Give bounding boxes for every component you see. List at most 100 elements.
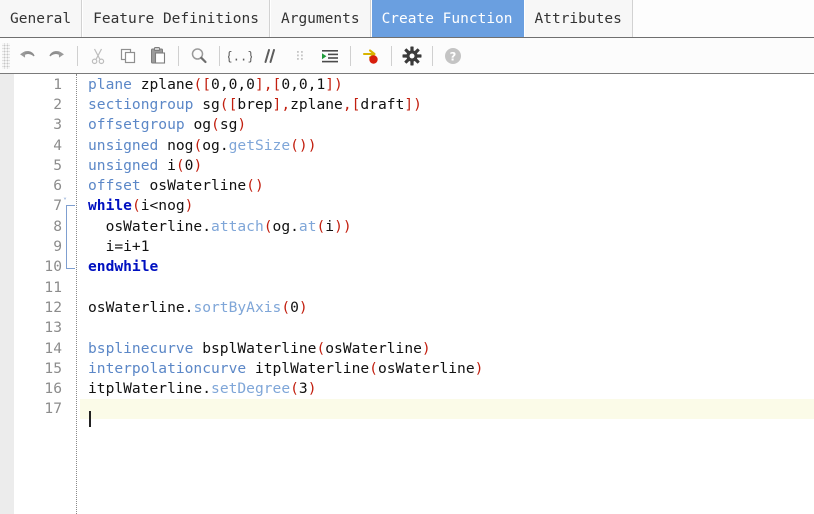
code-token: (: [131, 197, 141, 215]
cut-icon[interactable]: [83, 41, 113, 71]
fold-column[interactable]: [62, 216, 80, 237]
code-line[interactable]: 4 unsigned nog(og.getSize()): [0, 135, 814, 155]
code-text: osWaterline.sortByAxis(0): [80, 299, 308, 316]
line-number: 5: [53, 156, 62, 174]
code-token: interpolationcurve: [88, 359, 247, 377]
line-number: 15: [44, 359, 62, 377]
code-token: .: [219, 136, 229, 154]
code-line[interactable]: 2 sectiongroup sg([brep],zplane,[draft]): [0, 94, 814, 114]
line-number: 9: [53, 238, 62, 256]
copy-icon[interactable]: [113, 41, 143, 71]
comment-icon[interactable]: [255, 41, 285, 71]
code-token: i: [158, 156, 176, 174]
braces-icon[interactable]: {..}: [225, 41, 255, 71]
tab-feature-definitions[interactable]: Feature Definitions: [82, 0, 270, 37]
run-icon[interactable]: [356, 41, 386, 71]
fold-column[interactable]: [62, 155, 80, 175]
toolbar-drag-handle[interactable]: [2, 42, 10, 69]
fold-column[interactable]: [62, 115, 80, 135]
fold-column[interactable]: [62, 175, 80, 195]
code-line[interactable]: 8 osWaterline.attach(og.at(i)): [0, 216, 814, 237]
line-number: 17: [44, 400, 62, 418]
code-token: .: [202, 380, 212, 398]
code-token: nog: [158, 136, 194, 154]
code-text: interpolationcurve itplWaterline(osWater…: [80, 360, 483, 377]
editor-toolbar: {..}: [0, 38, 814, 74]
tab-create-function[interactable]: Create Function: [370, 0, 524, 37]
code-token: (: [211, 116, 220, 134]
help-icon[interactable]: ?: [438, 41, 468, 71]
code-line[interactable]: 6 offset osWaterline(): [0, 175, 814, 195]
chevron-down-icon[interactable]: ˅: [63, 197, 70, 205]
uncomment-icon[interactable]: [285, 41, 315, 71]
fold-column[interactable]: [62, 399, 80, 419]
code-token: osWaterline: [325, 339, 422, 357]
settings-gear-icon[interactable]: [397, 41, 427, 71]
fold-column[interactable]: ˅: [62, 196, 80, 217]
code-token: 0,0,0: [211, 75, 255, 93]
code-line[interactable]: 16 itplWaterline.setDegree(3): [0, 378, 814, 398]
fold-column[interactable]: [62, 297, 80, 317]
code-token: while: [88, 197, 132, 215]
code-token: og: [202, 136, 220, 154]
code-token: bsplWaterline: [193, 339, 317, 357]
line-number: 4: [53, 136, 62, 154]
fold-column[interactable]: [62, 74, 80, 94]
code-lines-container[interactable]: 1 plane zplane([0,0,0],[0,0,1]) 2 sectiongr…: [0, 74, 814, 514]
toolbar-separator: [391, 45, 392, 66]
code-line[interactable]: 7 ˅ while(i<nog): [0, 196, 814, 217]
fold-column[interactable]: [62, 378, 80, 398]
paste-icon[interactable]: [143, 41, 173, 71]
toolbar-separator: [77, 45, 78, 66]
code-token: ],: [272, 95, 291, 113]
code-token: osWaterline: [140, 177, 247, 195]
code-token: ([: [193, 75, 212, 93]
code-token: (: [281, 298, 291, 316]
search-icon[interactable]: [184, 41, 214, 71]
code-line[interactable]: 1 plane zplane([0,0,0],[0,0,1]): [0, 74, 814, 94]
code-token: (): [246, 177, 264, 195]
code-line[interactable]: 10 endwhile: [0, 256, 814, 277]
tab-general[interactable]: General: [0, 0, 83, 37]
line-number: 7: [53, 197, 62, 215]
code-line[interactable]: 17: [0, 398, 814, 427]
fold-column[interactable]: [62, 256, 80, 277]
code-token: (: [316, 339, 326, 357]
code-editor[interactable]: 1 plane zplane([0,0,0],[0,0,1]) 2 sectiongr…: [0, 74, 814, 514]
line-number: 3: [53, 116, 62, 134]
indent-icon[interactable]: [315, 41, 345, 71]
undo-icon[interactable]: [12, 41, 42, 71]
code-token: (: [193, 136, 203, 154]
fold-column[interactable]: [62, 94, 80, 114]
code-line[interactable]: 3 offsetgroup og(sg): [0, 115, 814, 135]
code-token: (: [263, 217, 273, 235]
code-token: .: [202, 217, 212, 235]
fold-column[interactable]: [62, 358, 80, 378]
fold-column[interactable]: [62, 236, 80, 257]
code-line[interactable]: 14 bsplinecurve bsplWaterline(osWaterline…: [0, 338, 814, 358]
code-token: at: [298, 217, 317, 235]
tab-label: Arguments: [280, 10, 360, 27]
fold-bracket-start[interactable]: [66, 204, 75, 217]
fold-column[interactable]: [62, 338, 80, 358]
code-line[interactable]: 9 i=i+1: [0, 236, 814, 257]
code-token: 0: [290, 298, 299, 316]
code-line[interactable]: 13: [0, 318, 814, 338]
fold-column[interactable]: [62, 135, 80, 155]
code-token: zplane: [290, 95, 343, 113]
tab-attributes[interactable]: Attributes: [523, 0, 633, 37]
fold-column[interactable]: [62, 277, 80, 297]
fold-column[interactable]: [62, 318, 80, 338]
code-token: offsetgroup: [88, 116, 185, 134]
code-line[interactable]: 15 interpolationcurve itplWaterline(osWat…: [0, 358, 814, 378]
code-token: offset: [88, 177, 141, 195]
code-line[interactable]: 12 osWaterline.sortByAxis(0): [0, 297, 814, 317]
code-text: while(i<nog): [80, 197, 193, 214]
code-token: attach: [211, 217, 264, 235]
tab-arguments[interactable]: Arguments: [269, 0, 371, 37]
redo-icon[interactable]: [42, 41, 72, 71]
text-caret: [89, 410, 91, 427]
code-token: i: [325, 217, 335, 235]
code-line[interactable]: 5 unsigned i(0): [0, 155, 814, 175]
code-line[interactable]: 11: [0, 277, 814, 297]
